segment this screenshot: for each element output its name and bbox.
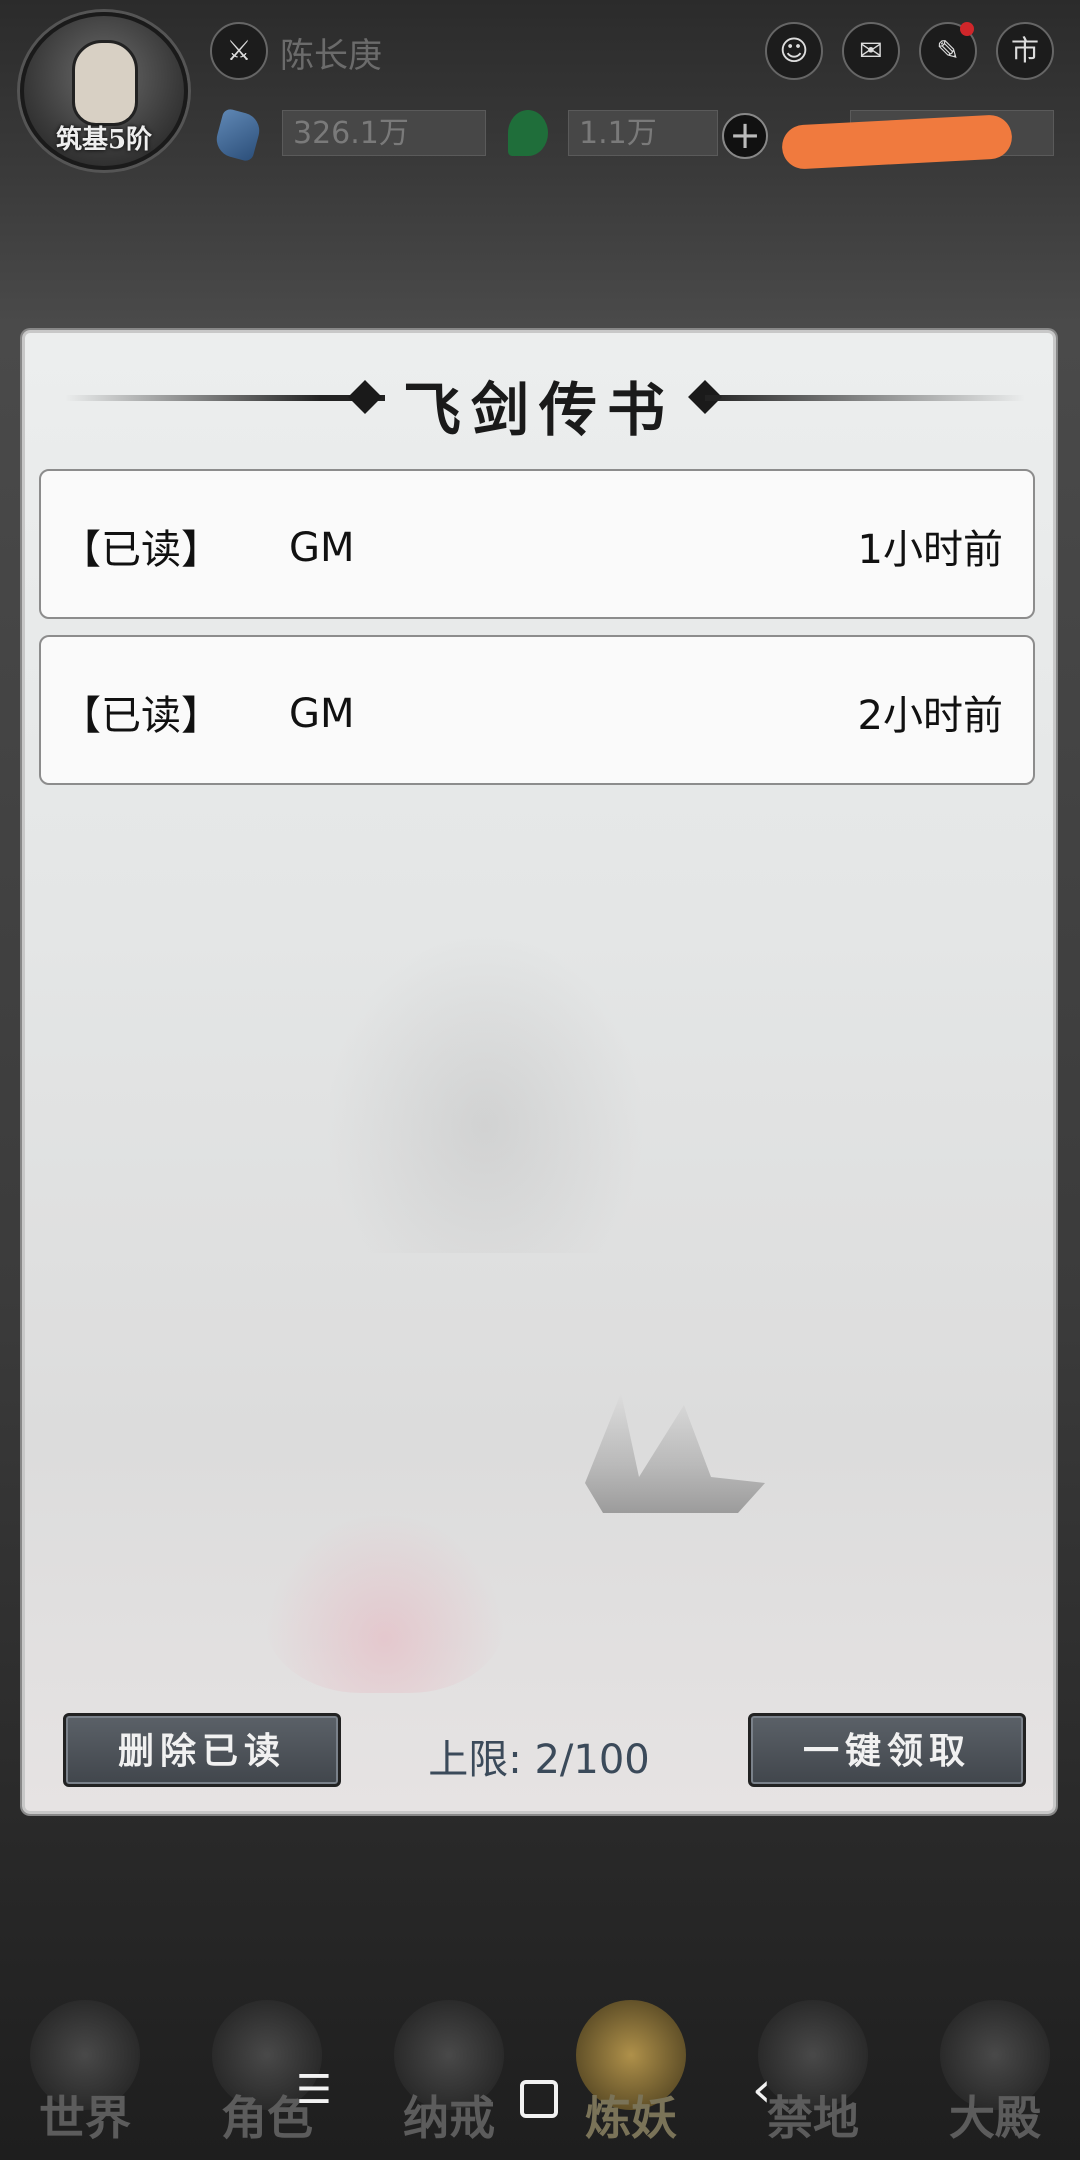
system-home-button[interactable] [520, 2080, 558, 2118]
nav-label: 炼妖 [585, 2091, 677, 2145]
market-label: 市 [1010, 34, 1039, 67]
spirit-stone-icon [212, 107, 264, 163]
spirit-energy-count: 1.1万 [568, 110, 718, 156]
system-menu-button[interactable]: ☰ [296, 2070, 332, 2110]
nav-label: 大殿 [949, 2091, 1041, 2145]
nav-item-world[interactable]: 世界 [0, 1990, 170, 2160]
rank-badge: 筑基5阶 [55, 125, 153, 155]
nav-item-refine-demon[interactable]: 炼妖 [546, 1990, 716, 2160]
spirit-energy-icon [508, 110, 548, 156]
mail-sender: GM [289, 691, 355, 737]
friends-icon[interactable]: ☺ [765, 22, 823, 80]
mail-list: 【已读】 GM 1小时前 【已读】 GM 2小时前 [39, 469, 1039, 801]
mail-sender: GM [289, 525, 355, 571]
redaction-mark [781, 114, 1013, 170]
nav-item-ring[interactable]: 纳戒 [364, 1990, 534, 2160]
mail-item[interactable]: 【已读】 GM 2小时前 [39, 635, 1035, 785]
sword-icon[interactable]: ⚔ [210, 22, 268, 80]
nav-item-hall[interactable]: 大殿 [910, 1990, 1080, 2160]
mail-status: 【已读】 [61, 527, 221, 573]
ink-boat-decoration [585, 1393, 765, 1513]
player-name: 陈长庚 [280, 36, 382, 76]
panel-title: 飞剑传书 [402, 376, 675, 444]
claim-all-button[interactable]: 一键领取 [748, 1713, 1026, 1787]
lotus-decoration [265, 1513, 505, 1693]
mail-panel: 飞剑传书 【已读】 GM 1小时前 【已读】 GM 2小时前 删除已读 上限: … [22, 330, 1056, 1814]
nav-label: 纳戒 [403, 2091, 495, 2145]
spirit-stone-count: 326.1万 [282, 110, 486, 156]
mail-time: 1小时前 [857, 527, 1003, 573]
avatar-portrait [72, 40, 138, 126]
nav-label: 世界 [39, 2091, 131, 2145]
add-resource-button[interactable]: + [722, 113, 768, 159]
market-icon[interactable]: 市 [996, 22, 1054, 80]
ink-mountain-decoration [325, 933, 645, 1253]
player-avatar[interactable]: 筑基5阶 [20, 12, 188, 170]
bottom-nav: 世界 角色 纳戒 炼妖 禁地 大殿 [0, 1990, 1080, 2160]
top-status-bar: 筑基5阶 ⚔ 陈长庚 ☺ ✉ ✎ 市 326.1万 1.1万 + [0, 0, 1080, 170]
title-brush-right [705, 395, 1025, 401]
mail-item[interactable]: 【已读】 GM 1小时前 [39, 469, 1035, 619]
system-back-button[interactable]: ‹ [752, 2066, 771, 2114]
mail-status: 【已读】 [61, 693, 221, 739]
mail-icon[interactable]: ✉ [842, 22, 900, 80]
notification-dot [960, 22, 974, 36]
mail-time: 2小时前 [857, 693, 1003, 739]
